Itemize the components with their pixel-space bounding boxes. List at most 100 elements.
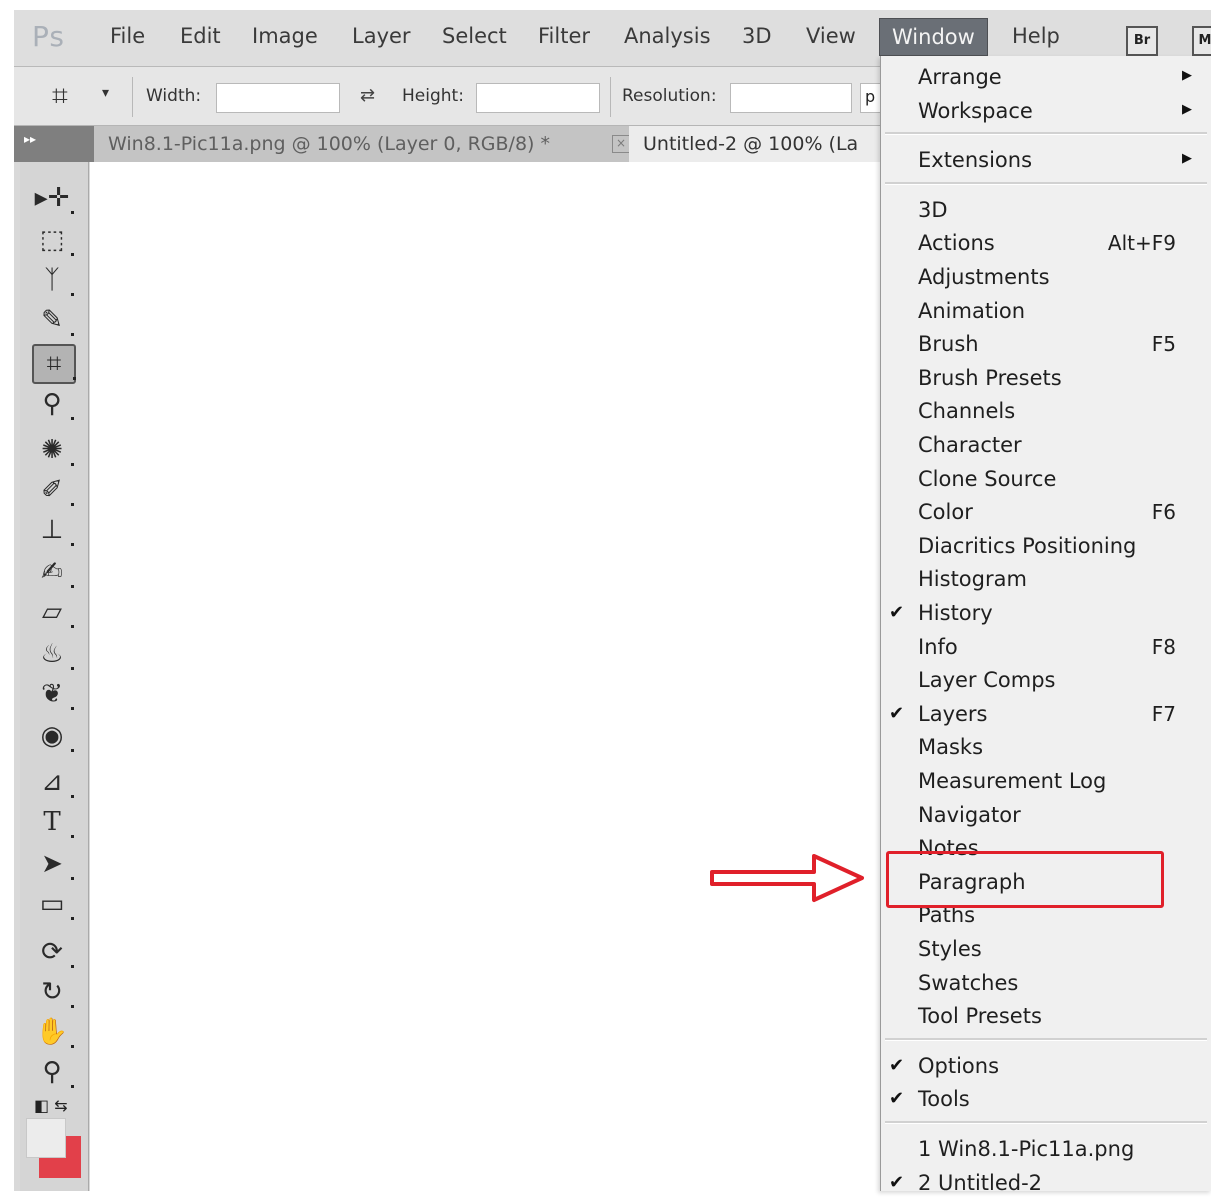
- menu-item-label: Histogram: [918, 567, 1027, 592]
- width-field[interactable]: [216, 83, 340, 113]
- menu-item-2-untitled-2[interactable]: ✔ 2 Untitled-2: [881, 1168, 1211, 1201]
- menu-item-brush-presets[interactable]: Brush Presets: [881, 363, 1211, 396]
- mini-bridge-button[interactable]: M: [1192, 26, 1211, 56]
- rectangle-tool-icon[interactable]: ▭: [32, 886, 74, 922]
- menu-image[interactable]: Image: [252, 24, 318, 48]
- hand-tool-icon[interactable]: ✋: [32, 1014, 74, 1050]
- menu-item-clone-source[interactable]: Clone Source: [881, 464, 1211, 497]
- menu-layer[interactable]: Layer: [352, 24, 411, 48]
- bridge-button[interactable]: Br: [1126, 26, 1158, 56]
- document-canvas[interactable]: [90, 162, 890, 1191]
- menu-item-label: Layer Comps: [918, 668, 1056, 693]
- menu-filter[interactable]: Filter: [538, 24, 590, 48]
- menu-item-brush[interactable]: Brush F5: [881, 329, 1211, 362]
- menu-analysis[interactable]: Analysis: [624, 24, 711, 48]
- shortcut-label: F7: [1151, 701, 1176, 726]
- crop-preset-icon[interactable]: ⌗: [52, 79, 68, 113]
- menu-view[interactable]: View: [806, 24, 856, 48]
- photoshop-logo: Ps: [32, 20, 65, 53]
- menu-item-swatches[interactable]: Swatches: [881, 968, 1211, 1001]
- resolution-field[interactable]: [730, 83, 852, 113]
- menu-item-navigator[interactable]: Navigator: [881, 800, 1211, 833]
- shortcut-label: F6: [1151, 500, 1176, 525]
- menu-item-layer-comps[interactable]: Layer Comps: [881, 665, 1211, 698]
- 3d-rotate-tool-icon[interactable]: ⟳: [32, 934, 74, 970]
- menu-item-channels[interactable]: Channels: [881, 396, 1211, 429]
- shortcut-label: F8: [1151, 634, 1176, 659]
- spot-healing-tool-icon[interactable]: ✺: [32, 432, 74, 468]
- tab-win81-pic11a[interactable]: Win8.1-Pic11a.png @ 100% (Layer 0, RGB/8…: [94, 126, 640, 162]
- menu-item-animation[interactable]: Animation: [881, 296, 1211, 329]
- history-brush-tool-icon[interactable]: ✍: [32, 554, 74, 590]
- resolution-label: Resolution:: [622, 86, 717, 106]
- menu-item-styles[interactable]: Styles: [881, 934, 1211, 967]
- menu-file[interactable]: File: [110, 24, 145, 48]
- chevron-down-icon[interactable]: ▾: [102, 85, 109, 101]
- menu-item-history[interactable]: ✔ History: [881, 598, 1211, 631]
- menu-item-label: Channels: [918, 399, 1016, 424]
- menu-item-adjustments[interactable]: Adjustments: [881, 262, 1211, 295]
- width-label: Width:: [146, 86, 202, 106]
- shortcut-label: Alt+F9: [1107, 231, 1176, 256]
- paint-bucket-tool-icon[interactable]: ♨: [32, 636, 74, 672]
- menu-item-extensions[interactable]: Extensions ▶: [881, 145, 1211, 178]
- menu-3d[interactable]: 3D: [742, 24, 772, 48]
- menu-item-label: Arrange: [918, 65, 1002, 89]
- menu-item-measurement-log[interactable]: Measurement Log: [881, 766, 1211, 799]
- menu-separator: [885, 181, 1207, 185]
- marquee-tool-icon[interactable]: ⬚: [32, 222, 74, 258]
- tab-untitled-2[interactable]: Untitled-2 @ 100% (La: [629, 126, 903, 162]
- quick-selection-tool-icon[interactable]: ✎: [32, 302, 74, 338]
- menu-item-arrange[interactable]: Arrange ▶: [881, 62, 1211, 95]
- menu-item-workspace[interactable]: Workspace ▶: [881, 96, 1211, 129]
- menu-item-diacritics-positioning[interactable]: Diacritics Positioning: [881, 531, 1211, 564]
- checkmark-icon: ✔: [889, 702, 905, 724]
- brush-tool-icon[interactable]: ✐: [32, 472, 74, 508]
- menu-item-character[interactable]: Character: [881, 430, 1211, 463]
- menu-item-label: Options: [918, 1053, 1000, 1078]
- menu-item-label: Tool Presets: [918, 1004, 1042, 1029]
- menu-item-1-win8-1-pic11a-png[interactable]: 1 Win8.1-Pic11a.png: [881, 1134, 1211, 1167]
- menu-item-color[interactable]: Color F6: [881, 497, 1211, 530]
- zoom-tool-icon[interactable]: ⚲: [32, 1054, 74, 1090]
- menu-item-3d[interactable]: 3D: [881, 195, 1211, 228]
- menu-separator: [885, 132, 1207, 136]
- menu-window[interactable]: Window: [879, 18, 988, 56]
- 3d-orbit-tool-icon[interactable]: ↻: [32, 974, 74, 1010]
- menu-help[interactable]: Help: [1012, 24, 1060, 48]
- blur-tool-icon[interactable]: ❦: [32, 676, 74, 712]
- close-icon[interactable]: ×: [612, 135, 630, 153]
- clone-stamp-tool-icon[interactable]: ⊥: [32, 512, 74, 548]
- menu-item-layers[interactable]: ✔ Layers F7: [881, 699, 1211, 732]
- menu-edit[interactable]: Edit: [180, 24, 221, 48]
- path-selection-tool-icon[interactable]: ➤: [32, 846, 74, 882]
- menu-item-tool-presets[interactable]: Tool Presets: [881, 1001, 1211, 1034]
- move-tool-icon[interactable]: ▸✛: [32, 180, 74, 216]
- menu-separator: [885, 1037, 1207, 1041]
- pen-tool-icon[interactable]: ⊿: [32, 764, 74, 800]
- menu-item-histogram[interactable]: Histogram: [881, 564, 1211, 597]
- collapse-icon[interactable]: ▸▸: [24, 132, 36, 146]
- eraser-tool-icon[interactable]: ▱: [32, 594, 74, 630]
- type-tool-icon[interactable]: T: [32, 804, 74, 840]
- lasso-tool-icon[interactable]: ᛉ: [32, 262, 74, 298]
- menu-item-label: Workspace: [918, 98, 1033, 123]
- menu-item-info[interactable]: Info F8: [881, 632, 1211, 665]
- menu-item-label: Adjustments: [918, 265, 1050, 289]
- foreground-color-swatch[interactable]: [26, 1118, 66, 1158]
- menu-item-label: Info: [918, 634, 958, 659]
- menu-item-tools[interactable]: ✔ Tools: [881, 1084, 1211, 1117]
- menu-item-options[interactable]: ✔ Options: [881, 1051, 1211, 1084]
- swap-icon[interactable]: ⇄: [360, 85, 375, 106]
- menu-item-masks[interactable]: Masks: [881, 732, 1211, 765]
- divider: [610, 77, 611, 117]
- menu-item-actions[interactable]: Actions Alt+F9: [881, 228, 1211, 261]
- menu-item-label: History: [918, 601, 993, 625]
- dodge-tool-icon[interactable]: ◉: [32, 718, 74, 754]
- submenu-arrow-icon: ▶: [1182, 151, 1192, 167]
- default-colors-icon[interactable]: ◧ ⇆: [34, 1096, 68, 1115]
- menu-select[interactable]: Select: [442, 24, 507, 48]
- eyedropper-tool-icon[interactable]: ⚲: [32, 386, 74, 422]
- crop-tool-icon[interactable]: ⌗: [32, 344, 76, 384]
- height-field[interactable]: [476, 83, 600, 113]
